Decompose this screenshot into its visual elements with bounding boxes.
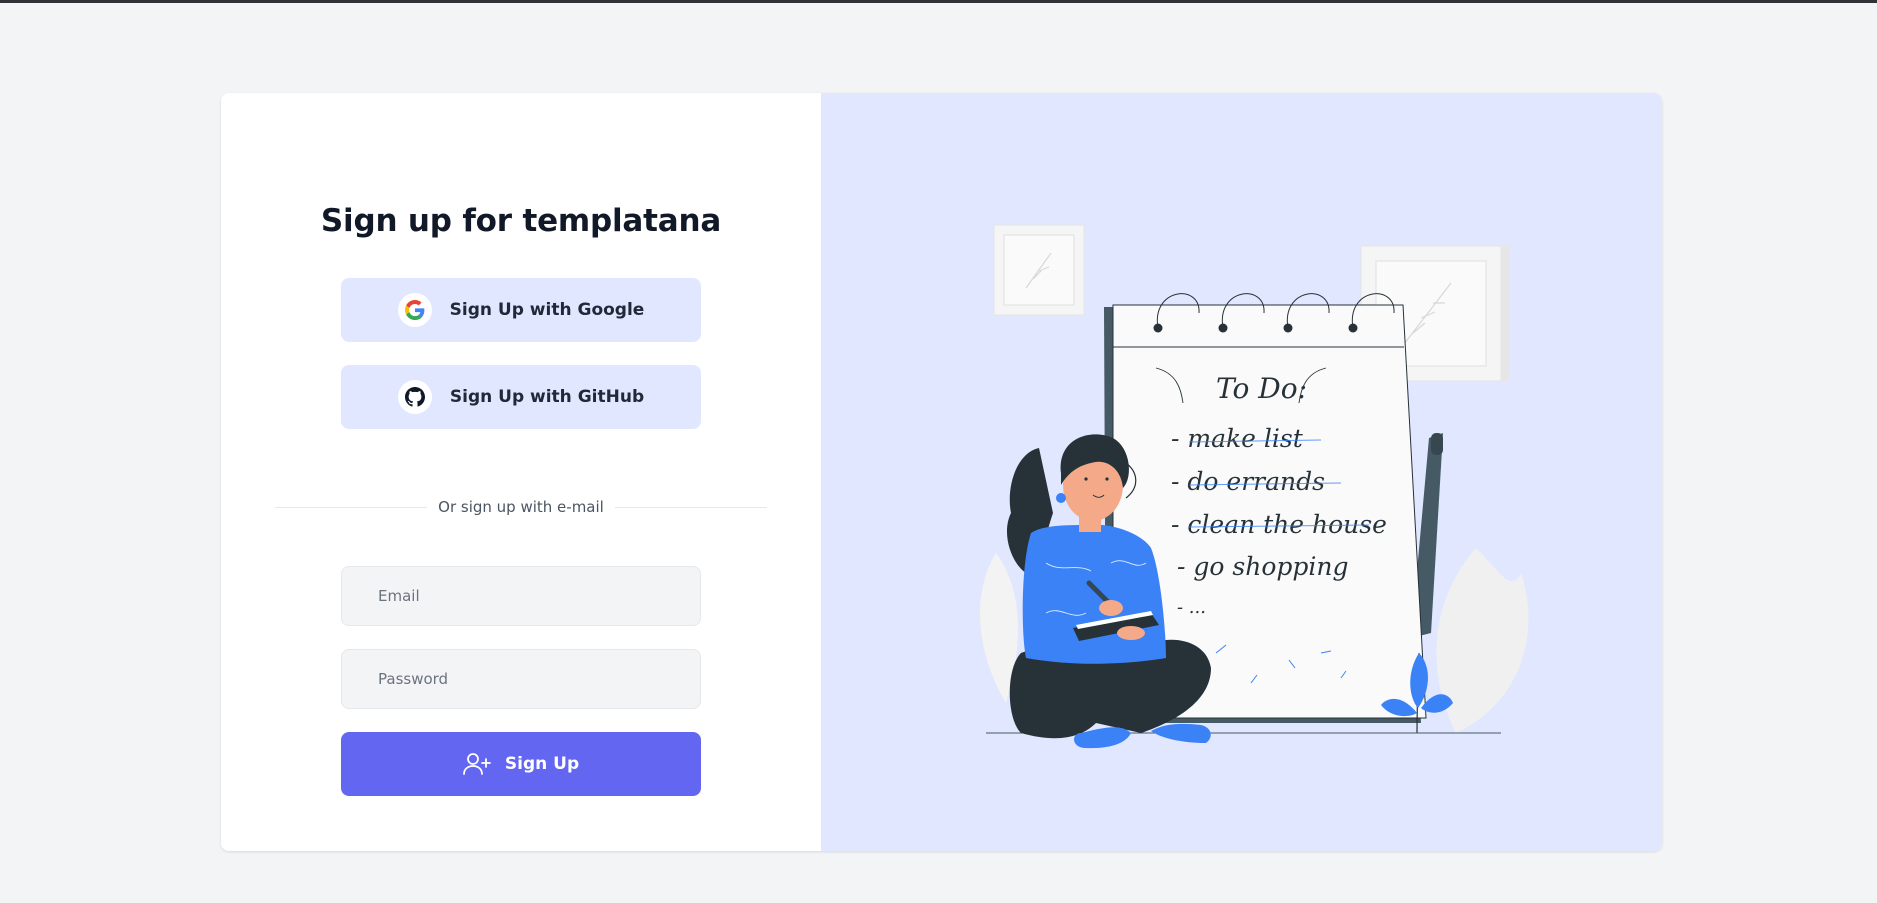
google-signup-button[interactable]: Sign Up with Google bbox=[341, 278, 701, 342]
illustration-panel: To Do: - make list - do errands - clean … bbox=[821, 93, 1662, 851]
browser-top-border bbox=[0, 0, 1877, 3]
notepad-heading: To Do: bbox=[1216, 372, 1307, 405]
todo-item-2: - do errands bbox=[1171, 467, 1325, 496]
google-signup-label: Sign Up with Google bbox=[449, 300, 645, 320]
todo-item-4: - go shopping bbox=[1177, 552, 1348, 581]
divider-line-right bbox=[615, 507, 767, 508]
signup-form-panel: Sign up for templatana Sign Up with Goog… bbox=[221, 93, 821, 851]
todo-item-1: - make list bbox=[1171, 424, 1304, 453]
github-logo-icon bbox=[397, 380, 432, 414]
picture-frame-small bbox=[993, 224, 1085, 316]
todo-item-5: - ... bbox=[1177, 597, 1206, 618]
email-field[interactable] bbox=[341, 566, 701, 626]
signup-button[interactable]: Sign Up bbox=[341, 732, 701, 796]
password-field[interactable] bbox=[341, 649, 701, 709]
github-signup-button[interactable]: Sign Up with GitHub bbox=[341, 365, 701, 429]
signup-button-label: Sign Up bbox=[504, 754, 580, 774]
user-plus-icon bbox=[462, 752, 491, 776]
todo-item-3: - clean the house bbox=[1171, 510, 1387, 539]
page-title: Sign up for templatana bbox=[320, 203, 722, 239]
todo-list-illustration: To Do: - make list - do errands - clean … bbox=[979, 224, 1529, 749]
email-divider: Or sign up with e-mail bbox=[275, 497, 767, 517]
signup-card: Sign up for templatana Sign Up with Goog… bbox=[221, 93, 1662, 851]
github-signup-label: Sign Up with GitHub bbox=[449, 387, 645, 407]
google-logo-icon bbox=[397, 293, 432, 327]
